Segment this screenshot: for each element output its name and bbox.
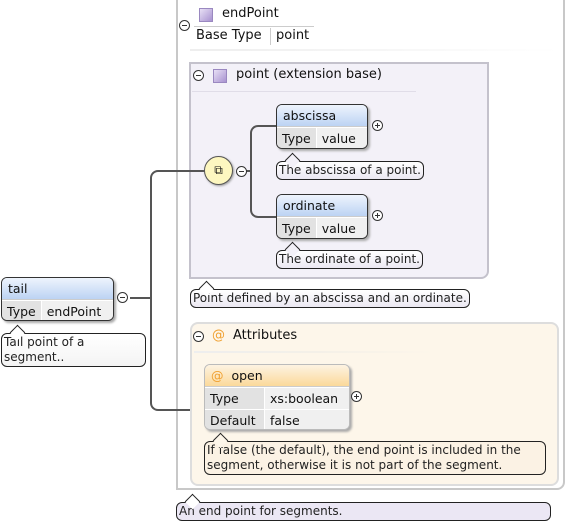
- collapse-tail-icon[interactable]: [117, 292, 128, 303]
- collapse-extension-icon[interactable]: [193, 70, 204, 81]
- element-tail[interactable]: tail Type endPoint: [1, 277, 114, 321]
- type-value: endPoint: [41, 301, 113, 320]
- collapse-endpoint-icon[interactable]: [179, 20, 190, 31]
- expand-abscissa-icon[interactable]: [372, 120, 383, 131]
- sequence-branch-line: [250, 125, 278, 218]
- expand-open-icon[interactable]: [351, 391, 362, 402]
- header-divider: [194, 26, 314, 27]
- attribute-icon: @: [212, 328, 225, 343]
- element-abscissa[interactable]: abscissa Type value: [276, 104, 368, 149]
- attribute-icon: @: [211, 368, 224, 383]
- base-type-value: point: [276, 28, 310, 43]
- sequence-compositor-icon[interactable]: ⧉: [204, 156, 233, 185]
- attributes-label: Attributes: [233, 328, 298, 343]
- attribute-open[interactable]: @ open Type xs:boolean Default false: [204, 364, 350, 430]
- abscissa-documentation: The abscissa of a point.: [276, 161, 424, 180]
- element-ordinate[interactable]: ordinate Type value: [276, 194, 368, 239]
- type-label: Type: [277, 218, 317, 238]
- extension-divider: [192, 91, 416, 92]
- default-label: Default: [205, 410, 265, 429]
- element-name: tail: [2, 278, 113, 300]
- expand-ordinate-icon[interactable]: [372, 210, 383, 221]
- type-value: value: [316, 218, 367, 238]
- base-type-divider: [270, 28, 271, 45]
- default-value: false: [265, 410, 349, 429]
- attribute-header: @ open: [205, 365, 349, 387]
- type-value: value: [316, 128, 367, 148]
- type-label: Type: [2, 301, 42, 320]
- tail-documentation: Tail point of a segment..: [1, 333, 146, 367]
- collapse-attributes-icon[interactable]: [193, 331, 204, 342]
- type-label: Type: [205, 388, 265, 409]
- type-label: Type: [277, 128, 317, 148]
- attribute-name: open: [231, 368, 263, 383]
- ordinate-documentation: The ordinate of a point.: [276, 250, 423, 269]
- extension-documentation: Point defined by an abscissa and an ordi…: [190, 289, 470, 308]
- type-value: xs:boolean: [265, 388, 349, 409]
- extension-type-icon: [213, 69, 227, 83]
- base-type-label: Base Type: [196, 28, 262, 43]
- extension-label: point (extension base): [236, 67, 382, 82]
- complex-type-name: endPoint: [222, 6, 279, 21]
- collapse-sequence-icon[interactable]: [236, 166, 247, 177]
- element-name: abscissa: [277, 105, 367, 127]
- tail-connector: [130, 297, 151, 299]
- attributes-divider: [194, 351, 434, 353]
- complex-type-documentation: An end point for segments.: [176, 502, 551, 521]
- open-documentation: If false (the default), the end point is…: [204, 441, 546, 475]
- complex-type-icon: [199, 8, 213, 22]
- element-name: ordinate: [277, 195, 367, 217]
- separator: [190, 49, 560, 51]
